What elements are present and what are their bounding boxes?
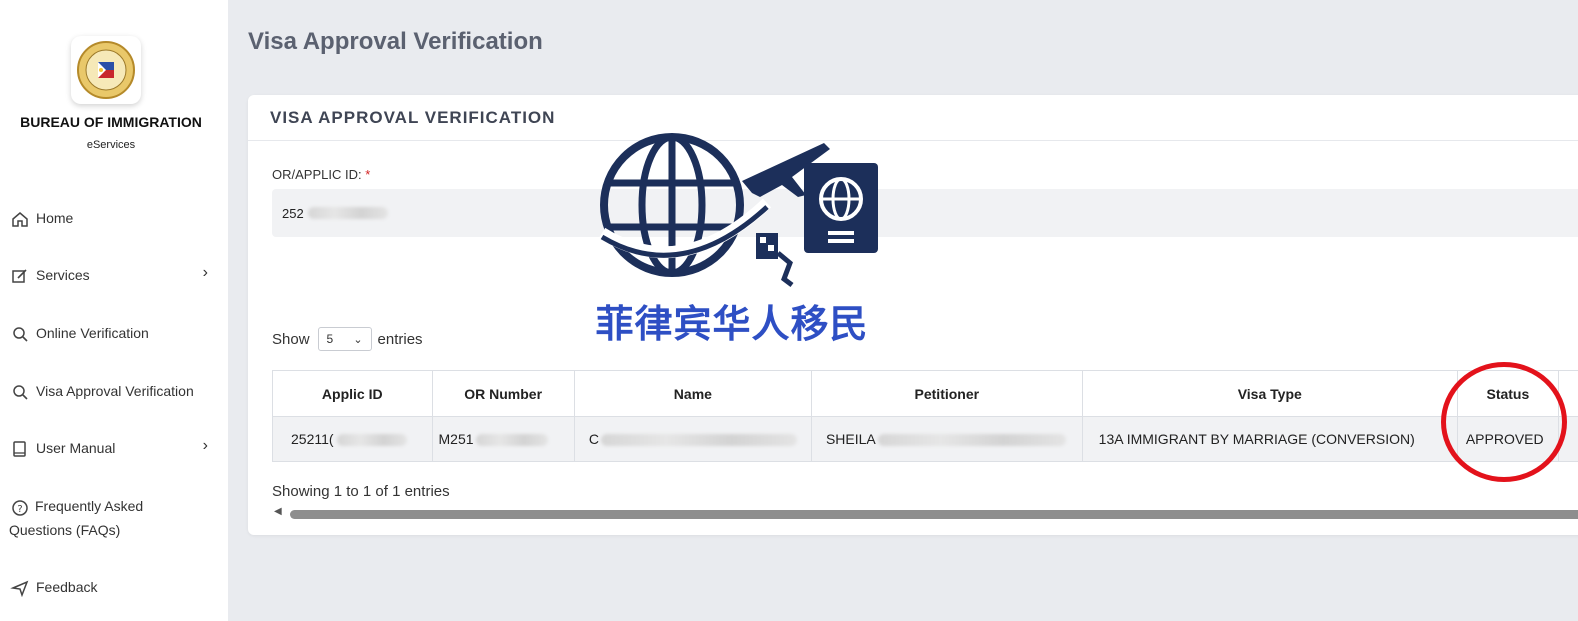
sidebar: BUREAU OF IMMIGRATION eServices Home Ser… <box>0 0 228 621</box>
sidebar-item-feedback[interactable]: Feedback <box>10 578 220 599</box>
redacted-value <box>600 434 797 447</box>
chevron-down-icon: ⌄ <box>353 333 363 346</box>
horizontal-scrollbar[interactable]: ◀ <box>272 506 1578 519</box>
entries-label: entries <box>377 330 423 348</box>
redacted-value <box>307 207 388 219</box>
show-label: Show <box>272 330 310 348</box>
sidebar-item-label: Services <box>36 267 90 283</box>
cell-extra <box>1557 416 1578 462</box>
chevron-right-icon: › <box>202 437 208 454</box>
bureau-seal-logo <box>71 36 141 104</box>
applic-id-label: OR/APPLIC ID: * <box>272 167 370 182</box>
entries-select[interactable]: 5 ⌄ <box>317 327 372 351</box>
applic-id-value: 252 <box>282 205 304 221</box>
cell-petitioner: SHEILA <box>810 416 1083 462</box>
entries-select-value: 5 <box>326 332 334 346</box>
column-header-status[interactable]: Status <box>1456 370 1559 417</box>
sidebar-item-online-verification[interactable]: Online Verification <box>10 324 220 345</box>
table-info: Showing 1 to 1 of 1 entries <box>272 483 450 500</box>
card-header: VISA APPROVAL VERIFICATION <box>248 95 1578 141</box>
column-header-visa-type[interactable]: Visa Type <box>1081 370 1458 417</box>
column-header-petitioner[interactable]: Petitioner <box>810 370 1083 417</box>
redacted-value <box>475 434 548 447</box>
sidebar-item-label: Frequently Asked Questions (FAQs) <box>9 498 144 538</box>
verification-card: VISA APPROVAL VERIFICATION OR/APPLIC ID:… <box>248 95 1578 535</box>
edit-icon <box>12 269 27 283</box>
column-header-applic-id[interactable]: Applic ID <box>272 370 433 417</box>
page-length-control: Show 5 ⌄ entries <box>272 327 423 351</box>
home-icon <box>12 212 28 227</box>
search-icon <box>13 385 28 400</box>
card-title: VISA APPROVAL VERIFICATION <box>270 108 556 127</box>
redacted-value <box>877 434 1066 447</box>
org-name: BUREAU OF IMMIGRATION <box>20 114 202 130</box>
redacted-value <box>336 434 407 447</box>
sidebar-item-label: User Manual <box>36 440 116 456</box>
svg-text:?: ? <box>17 504 22 515</box>
org-subtitle: eServices <box>86 139 136 151</box>
sidebar-item-label: Visa Approval Verification <box>36 383 194 399</box>
send-icon <box>10 580 29 597</box>
sidebar-item-user-manual[interactable]: User Manual › <box>10 437 220 460</box>
column-header-or-number[interactable]: OR Number <box>431 370 575 417</box>
or-number-text: M251 <box>438 431 474 447</box>
search-icon <box>13 327 28 342</box>
table-header-row: Applic ID OR Number Name Petitioner Visa… <box>272 370 1578 417</box>
page-title: Visa Approval Verification <box>248 28 543 55</box>
sidebar-item-services[interactable]: Services › <box>10 264 220 287</box>
table-row: 25211( M251 C SHEILA 13A IMMIGRANT BY MA… <box>272 416 1578 462</box>
sidebar-item-faqs[interactable]: Frequently Asked Questions (FAQs) ? <box>9 497 210 542</box>
scroll-left-icon[interactable]: ◀ <box>274 506 282 517</box>
help-circle-icon: ? <box>12 500 28 516</box>
sidebar-item-visa-approval-verification[interactable]: Visa Approval Verification <box>10 382 220 403</box>
sidebar-item-home[interactable]: Home <box>10 209 220 230</box>
cell-or-number: M251 <box>431 416 575 462</box>
sidebar-item-label: Home <box>36 210 74 226</box>
petitioner-text: SHEILA <box>825 431 876 447</box>
cell-visa-type: 13A IMMIGRANT BY MARRIAGE (CONVERSION) <box>1081 416 1458 462</box>
cell-status: APPROVED <box>1456 416 1559 462</box>
cell-applic-id: 25211( <box>272 416 433 462</box>
required-marker: * <box>365 167 371 182</box>
results-table: Applic ID OR Number Name Petitioner Visa… <box>272 370 1578 462</box>
name-text: C <box>588 431 599 447</box>
applic-id-text: 25211( <box>291 431 334 447</box>
book-icon <box>13 441 26 457</box>
applic-id-input[interactable]: 252 <box>272 189 1578 237</box>
column-header-extra <box>1557 370 1578 417</box>
sidebar-item-label: Feedback <box>36 579 98 595</box>
sidebar-item-label: Online Verification <box>36 325 149 341</box>
chevron-right-icon: › <box>202 264 208 281</box>
applic-id-label-text: OR/APPLIC ID: <box>272 167 362 182</box>
cell-name: C <box>573 416 812 462</box>
column-header-name[interactable]: Name <box>573 370 812 417</box>
scrollbar-thumb[interactable] <box>290 510 1578 519</box>
